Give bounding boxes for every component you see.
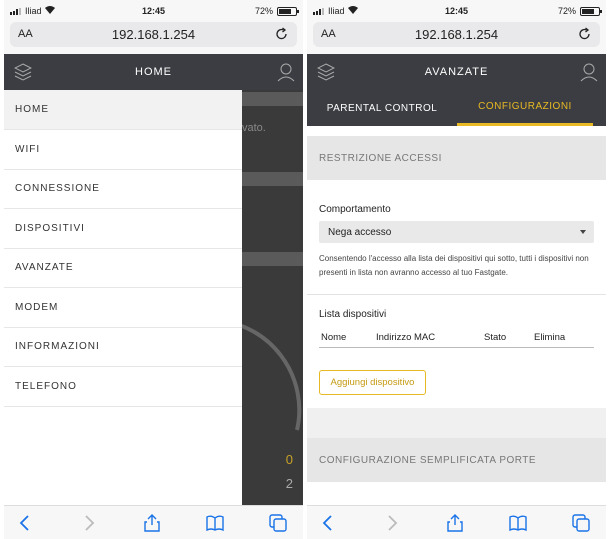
url-text[interactable]: 192.168.1.254 [10, 27, 297, 42]
battery-percentage: 72% [557, 6, 576, 16]
help-text: Consentendo l'accesso alla lista dei dis… [319, 254, 589, 277]
app-header: HOME [4, 54, 303, 90]
reload-icon[interactable] [275, 27, 289, 41]
backdrop-bar [242, 252, 303, 266]
address-bar[interactable]: AA 192.168.1.254 [10, 22, 297, 47]
column-stato: Stato [484, 332, 507, 343]
reload-icon[interactable] [578, 27, 592, 41]
section-gap [307, 408, 606, 438]
add-device-button[interactable]: Aggiungi dispositivo [319, 370, 426, 395]
browser-toolbar [307, 505, 606, 539]
device-table-header: Nome Indirizzo MAC Stato Elimina [319, 330, 594, 348]
user-icon[interactable] [580, 62, 598, 82]
menu-item-avanzate[interactable]: AVANZATE [4, 249, 242, 288]
backdrop-bar [242, 92, 303, 106]
backdrop-number: 2 [285, 476, 293, 491]
column-mac: Indirizzo MAC [376, 332, 436, 343]
status-bar: Iliad 12:45 72% [307, 0, 606, 22]
page-title: AVANZATE [424, 66, 489, 78]
user-icon[interactable] [277, 62, 295, 82]
behaviour-label: Comportamento [319, 204, 391, 215]
browser-toolbar [4, 505, 303, 539]
back-icon[interactable] [16, 514, 34, 532]
back-icon[interactable] [319, 514, 337, 532]
status-bar: Iliad 12:45 72% [4, 0, 303, 22]
behaviour-select[interactable]: Nega accesso [319, 221, 594, 243]
menu-item-home[interactable]: HOME [4, 90, 242, 130]
left-screen: Iliad 12:45 72% AA 192.168.1.254 HOME HO… [4, 0, 303, 539]
chevron-down-icon [580, 230, 586, 234]
right-screen: Iliad 12:45 72% AA 192.168.1.254 AVANZAT… [307, 0, 606, 539]
gauge-arc [242, 323, 302, 431]
forward-icon[interactable] [383, 514, 401, 532]
column-nome: Nome [321, 332, 347, 343]
url-text[interactable]: 192.168.1.254 [313, 27, 600, 42]
menu-item-modem[interactable]: MODEM [4, 288, 242, 328]
section-header-restrizione: RESTRIZIONE ACCESSI [307, 136, 606, 180]
side-menu: HOME WIFI CONNESSIONE DISPOSITIVI AVANZA… [4, 90, 242, 505]
battery-icon [580, 7, 602, 16]
tab-bar: PARENTAL CONTROL CONFIGURAZIONI [307, 90, 606, 126]
menu-item-dispositivi[interactable]: DISPOSITIVI [4, 209, 242, 249]
behaviour-select-value: Nega accesso [328, 226, 392, 238]
bookmarks-icon[interactable] [509, 514, 527, 532]
section-header-porte: CONFIGURAZIONE SEMPLIFICATA PORTE [307, 438, 606, 482]
backdrop-number: 0 [285, 452, 293, 467]
menu-item-connessione[interactable]: CONNESSIONE [4, 170, 242, 209]
menu-item-wifi[interactable]: WIFI [4, 130, 242, 170]
menu-item-telefono[interactable]: TELEFONO [4, 367, 242, 407]
battery-percentage: 72% [254, 6, 273, 16]
bookmarks-icon[interactable] [206, 514, 224, 532]
tab-configurazioni[interactable]: CONFIGURAZIONI [457, 90, 593, 126]
menu-item-informazioni[interactable]: INFORMAZIONI [4, 328, 242, 367]
address-bar[interactable]: AA 192.168.1.254 [313, 22, 600, 47]
app-header: AVANZATE [307, 54, 606, 90]
tab-parental-control[interactable]: PARENTAL CONTROL [307, 90, 457, 126]
device-list-label: Lista dispositivi [319, 309, 387, 320]
tabs-icon[interactable] [269, 514, 287, 532]
backdrop-bar [242, 172, 303, 186]
settings-content: RESTRIZIONE ACCESSI Comportamento Nega a… [307, 126, 606, 505]
dimmed-background[interactable]: vato. 0 2 [242, 90, 303, 505]
share-icon[interactable] [446, 514, 464, 532]
column-elimina: Elimina [534, 332, 566, 343]
page-title: HOME [135, 66, 172, 78]
share-icon[interactable] [143, 514, 161, 532]
divider [307, 294, 606, 295]
tabs-icon[interactable] [572, 514, 590, 532]
forward-icon[interactable] [80, 514, 98, 532]
backdrop-text: vato. [242, 122, 266, 134]
battery-icon [277, 7, 299, 16]
